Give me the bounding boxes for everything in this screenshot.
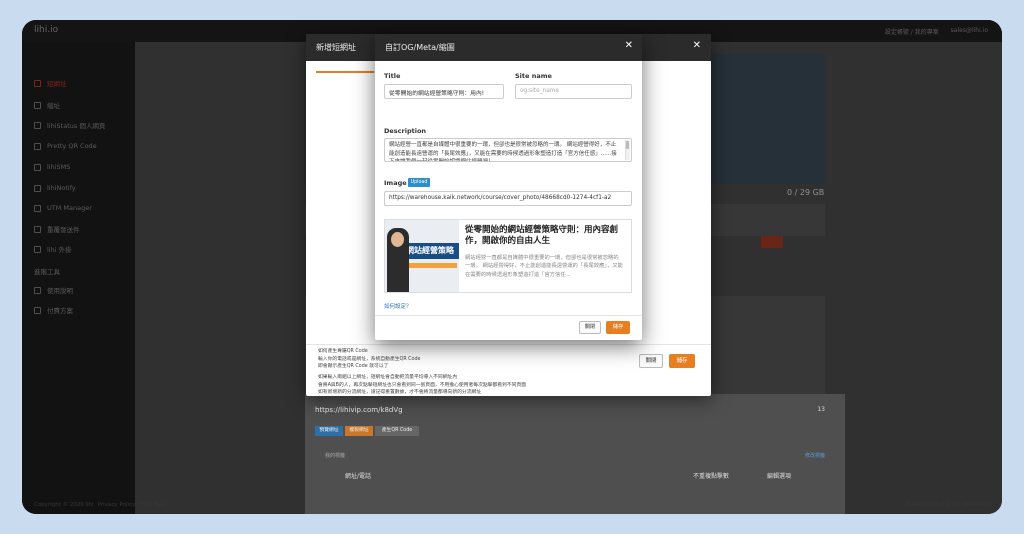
help-notes: 如何產生專屬QR Code 輸入你的電話或是網址，系統自動產生QR Code 即… xyxy=(318,349,527,396)
preview-title: 從零開始的網站經營策略守則：用內容創作，開啟你的自由人生 xyxy=(465,225,619,247)
modal-title: 自訂OG/Meta/縮圖 xyxy=(375,34,642,61)
col-unique: 不重複點擊數 xyxy=(693,473,730,480)
short-url[interactable]: https://lihivip.com/k8dVg xyxy=(315,406,403,414)
description-label: Description xyxy=(384,127,427,135)
copy-url-button[interactable]: 複製網址 xyxy=(345,426,373,436)
description-textarea[interactable]: 網站經營一直都是自媒體中很重要的一環，但卻也是很常被忽略的一環。 網站經營得好，… xyxy=(384,138,632,162)
col-url: 網址/電話 xyxy=(345,473,372,480)
thumbnail-face xyxy=(391,232,404,247)
close-icon[interactable]: ✕ xyxy=(693,40,701,51)
save-button[interactable]: 儲存 xyxy=(606,321,630,334)
tab-active-indicator[interactable] xyxy=(316,71,374,73)
sitename-label: Site name xyxy=(515,72,552,80)
close-button[interactable]: 關閉 xyxy=(579,321,601,334)
divider xyxy=(306,344,711,345)
image-url-input[interactable]: https://warehouse.kaik.network/course/co… xyxy=(384,191,632,206)
upload-button[interactable]: Upload xyxy=(408,178,430,187)
divider xyxy=(375,315,642,316)
qrcode-button[interactable]: 產生QR Code xyxy=(375,426,419,436)
app-window: lihi.io 設定帳號 / 我的專案 sales@lihi.io 短網址 縮址… xyxy=(22,20,1002,514)
link-card-lower: https://lihivip.com/k8dVg 13 預覽網址 複製網址 產… xyxy=(305,394,845,514)
title-label: Title xyxy=(384,72,401,80)
preview-description: 網站經營一直都是自媒體中很重要的一環，但卻也是很常被忽略的一環。 網站經營得好，… xyxy=(465,255,623,278)
scrollbar-thumb[interactable] xyxy=(626,141,629,149)
edit-tags-link[interactable]: 修改標籤 xyxy=(805,452,825,459)
og-preview-card: 網站經營策略 從零開始的網站經營策略守則：用內容創作，開啟你的自由人生 網站經營… xyxy=(384,219,632,293)
thumbnail-caption: 網站經營策略 xyxy=(403,243,459,259)
preview-thumbnail: 網站經營策略 xyxy=(385,220,459,292)
thumbnail-stripe xyxy=(405,263,457,268)
og-meta-modal: 自訂OG/Meta/縮圖 ✕ Title 從零開始的網站經營策略守則：用內! S… xyxy=(375,34,642,340)
close-button[interactable]: 關閉 xyxy=(639,354,663,368)
image-label: Image xyxy=(384,179,407,187)
save-button[interactable]: 儲存 xyxy=(669,354,695,368)
col-edit: 編輯選項 xyxy=(767,473,792,480)
tags-label: 我的標籤 xyxy=(325,453,346,459)
sitename-input[interactable]: og:site_name xyxy=(515,84,632,99)
preview-url-button[interactable]: 預覽網址 xyxy=(315,426,343,436)
howto-link[interactable]: 如何設定？ xyxy=(384,302,412,310)
click-count: 13 xyxy=(817,406,825,413)
close-icon[interactable]: ✕ xyxy=(625,40,633,51)
title-input[interactable]: 從零開始的網站經營策略守則：用內! xyxy=(384,84,504,99)
